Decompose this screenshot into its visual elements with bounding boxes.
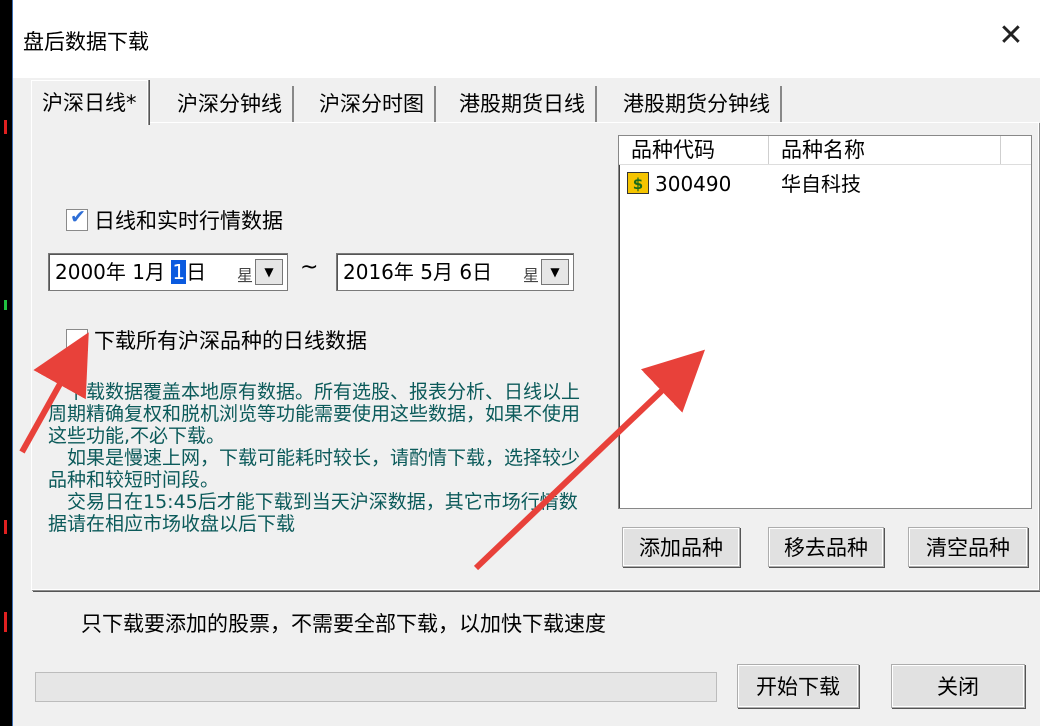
tab-panel-daily: ✔ 日线和实时行情数据 2000年 1月 1日 星 ▼ ~ 2016年 5月 6… — [31, 122, 1039, 590]
tab-sh-sz-timeshare[interactable]: 沪深分时图 — [309, 86, 436, 122]
remove-symbol-button[interactable]: 移去品种 — [768, 527, 884, 567]
range-separator: ~ — [300, 255, 319, 280]
end-day[interactable]: 6 — [459, 260, 472, 284]
realtime-data-label: 日线和实时行情数据 — [94, 209, 283, 233]
start-download-button[interactable]: 开始下载 — [737, 664, 859, 708]
end-year[interactable]: 2016年 — [343, 260, 414, 284]
column-header-code[interactable]: 品种代码 — [619, 136, 769, 164]
symbol-list-header: 品种代码 品种名称 — [619, 136, 1031, 165]
checkmark-icon: ✔ — [70, 206, 86, 228]
tip-text: 只下载要添加的股票，不需要全部下载，以加快下载速度 — [81, 612, 606, 636]
start-day[interactable]: 1 — [171, 260, 187, 284]
start-date-picker[interactable]: 2000年 1月 1日 星 ▼ — [48, 253, 288, 291]
start-date-dropdown-icon[interactable]: ▼ — [255, 259, 283, 285]
info-paragraph: 下载数据覆盖本地原有数据。所有选股、报表分析、日线以上周期精确复权和脱机浏览等功… — [48, 381, 581, 447]
download-dialog: 盘后数据下载 ✕ 沪深日线* 沪深分钟线 沪深分时图 港股期货日线 港股期货分钟… — [12, 0, 1040, 726]
start-day-suffix: 日 — [186, 260, 207, 284]
end-date-picker[interactable]: 2016年 5月 6日 星 ▼ — [336, 253, 574, 291]
end-weekday: 星 — [522, 266, 539, 285]
add-symbol-button[interactable]: 添加品种 — [622, 527, 740, 567]
background-window-strip — [0, 0, 12, 726]
close-button[interactable]: 关闭 — [891, 664, 1025, 708]
end-day-suffix: 日 — [472, 260, 493, 284]
start-weekday: 星 — [236, 266, 253, 285]
close-icon[interactable]: ✕ — [991, 14, 1031, 58]
end-date-dropdown-icon[interactable]: ▼ — [541, 259, 569, 285]
tab-sh-sz-daily[interactable]: 沪深日线* — [31, 80, 148, 125]
symbol-name: 华自科技 — [781, 172, 861, 196]
dollar-icon: $ — [627, 172, 649, 194]
start-month[interactable]: 1月 — [132, 260, 165, 284]
tab-sh-sz-minute[interactable]: 沪深分钟线 — [167, 86, 294, 122]
realtime-data-checkbox[interactable]: ✔ — [66, 206, 88, 231]
end-month[interactable]: 5月 — [420, 260, 453, 284]
all-symbols-label: 下载所有沪深品种的日线数据 — [94, 329, 367, 353]
clear-symbols-button[interactable]: 清空品种 — [908, 527, 1028, 567]
all-symbols-checkbox[interactable] — [66, 329, 88, 351]
symbol-code: 300490 — [655, 172, 732, 196]
info-paragraph: 交易日在15:45后才能下载到当天沪深数据，其它市场行情数据请在相应市场收盘以后… — [48, 491, 578, 535]
info-paragraph: 如果是慢速上网，下载可能耗时较长，请酌情下载，选择较少品种和较短时间段。 — [48, 447, 581, 491]
download-progress-bar — [35, 672, 717, 702]
tab-hk-futures-daily[interactable]: 港股期货日线 — [449, 86, 597, 122]
tab-hk-futures-minute[interactable]: 港股期货分钟线 — [613, 86, 782, 122]
start-year[interactable]: 2000年 — [55, 260, 126, 284]
title-bar: 盘后数据下载 ✕ — [13, 0, 1040, 78]
list-item[interactable]: $ 300490 华自科技 — [619, 170, 1031, 198]
download-info-text: 下载数据覆盖本地原有数据。所有选股、报表分析、日线以上周期精确复权和脱机浏览等功… — [48, 381, 596, 535]
dialog-title: 盘后数据下载 — [23, 30, 149, 54]
symbol-list[interactable]: 品种代码 品种名称 $ 300490 华自科技 — [618, 135, 1032, 509]
column-header-name[interactable]: 品种名称 — [769, 136, 1001, 164]
